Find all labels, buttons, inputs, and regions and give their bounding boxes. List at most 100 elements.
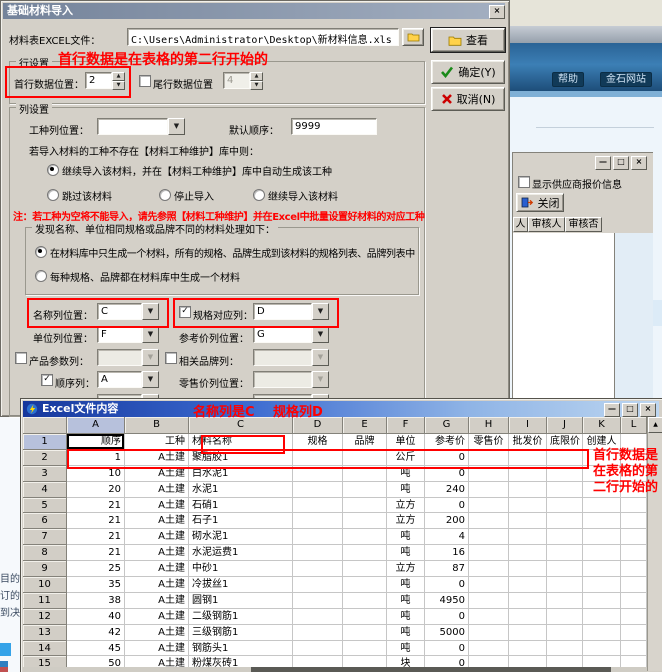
brand-col-checkbox[interactable] bbox=[165, 352, 177, 364]
grid-cell[interactable]: A土建 bbox=[125, 593, 189, 609]
grid-cell[interactable]: 87 bbox=[425, 561, 469, 577]
scroll-up-icon[interactable]: ▲ bbox=[648, 417, 662, 433]
grid-cell[interactable] bbox=[469, 609, 509, 625]
row-header[interactable]: 9 bbox=[23, 561, 67, 577]
grid-cell[interactable]: 吨 bbox=[387, 466, 425, 482]
grid-cell[interactable] bbox=[469, 513, 509, 529]
grid-cell[interactable]: A土建 bbox=[125, 561, 189, 577]
grid-cell[interactable] bbox=[469, 545, 509, 561]
grid-cell[interactable] bbox=[621, 593, 647, 609]
grid-cell[interactable] bbox=[547, 482, 583, 498]
grid-cell[interactable] bbox=[547, 625, 583, 641]
grid-cell[interactable]: 二级钢筋1 bbox=[189, 609, 293, 625]
grid-cell[interactable]: 砌水泥1 bbox=[189, 529, 293, 545]
row-header[interactable]: 5 bbox=[23, 498, 67, 514]
grid-cell[interactable]: 中砂1 bbox=[189, 561, 293, 577]
column-header[interactable]: H bbox=[469, 417, 509, 434]
row-header[interactable]: 6 bbox=[23, 513, 67, 529]
grid-cell[interactable] bbox=[547, 529, 583, 545]
grid-cell[interactable] bbox=[293, 450, 343, 466]
grid-cell[interactable]: 吨 bbox=[387, 482, 425, 498]
grid-cell[interactable]: 5000 bbox=[425, 625, 469, 641]
grid-cell[interactable] bbox=[621, 529, 647, 545]
grid-cell[interactable]: 吨 bbox=[387, 609, 425, 625]
grid-cell[interactable]: 冷拔丝1 bbox=[189, 577, 293, 593]
grid-cell[interactable] bbox=[293, 577, 343, 593]
grid-cell[interactable] bbox=[547, 609, 583, 625]
column-header[interactable]: B bbox=[125, 417, 189, 434]
grid-cell[interactable]: A土建 bbox=[125, 625, 189, 641]
scrollbar-thumb[interactable] bbox=[251, 667, 611, 672]
close-window-button[interactable]: 关闭 bbox=[516, 193, 564, 212]
audit-column-header[interactable]: 人 bbox=[513, 217, 528, 232]
grid-cell[interactable] bbox=[469, 529, 509, 545]
row-header[interactable]: 4 bbox=[23, 482, 67, 498]
grid-cell[interactable] bbox=[621, 641, 647, 657]
column-header[interactable]: I bbox=[509, 417, 547, 434]
grid-cell[interactable] bbox=[547, 466, 583, 482]
row-header[interactable]: 10 bbox=[23, 577, 67, 593]
grid-cell[interactable] bbox=[509, 498, 547, 514]
grid-cell[interactable]: 吨 bbox=[387, 577, 425, 593]
column-header[interactable]: K bbox=[583, 417, 621, 434]
grid-cell[interactable]: 4950 bbox=[425, 593, 469, 609]
maximize-icon[interactable]: □ bbox=[622, 403, 638, 417]
grid-cell[interactable] bbox=[343, 577, 387, 593]
grid-cell[interactable] bbox=[583, 609, 621, 625]
grid-cell[interactable] bbox=[583, 513, 621, 529]
grid-cell[interactable]: 240 bbox=[425, 482, 469, 498]
close-icon[interactable]: × bbox=[489, 5, 505, 19]
grid-cell[interactable]: 42 bbox=[67, 625, 125, 641]
grid-cell[interactable]: A土建 bbox=[125, 482, 189, 498]
grid-cell[interactable] bbox=[293, 561, 343, 577]
name-col-dropdown[interactable]: C ▼ bbox=[97, 303, 159, 320]
grid-cell[interactable]: 38 bbox=[67, 593, 125, 609]
grid-cell[interactable] bbox=[621, 577, 647, 593]
grid-cell[interactable]: 21 bbox=[67, 529, 125, 545]
radio-skip[interactable] bbox=[47, 189, 59, 201]
grid-cell[interactable]: 21 bbox=[67, 498, 125, 514]
grid-cell[interactable]: 吨 bbox=[387, 625, 425, 641]
default-order-input[interactable]: 9999 bbox=[291, 118, 377, 135]
grid-cell[interactable]: 圆钢1 bbox=[189, 593, 293, 609]
minimize-icon[interactable]: — bbox=[595, 156, 611, 170]
grid-cell[interactable]: 21 bbox=[67, 545, 125, 561]
grid-cell[interactable] bbox=[343, 498, 387, 514]
grid-cell[interactable] bbox=[547, 577, 583, 593]
grid-cell[interactable]: 4 bbox=[425, 529, 469, 545]
grid-cell[interactable] bbox=[547, 498, 583, 514]
grid-cell[interactable]: 品牌 bbox=[343, 434, 387, 450]
row-header[interactable]: 3 bbox=[23, 466, 67, 482]
grid-cell[interactable]: 三级钢筋1 bbox=[189, 625, 293, 641]
grid-cell[interactable] bbox=[469, 482, 509, 498]
radio-merge-material[interactable] bbox=[35, 246, 47, 258]
grid-cell[interactable]: A土建 bbox=[125, 498, 189, 514]
grid-cell[interactable] bbox=[509, 545, 547, 561]
grid-cell[interactable] bbox=[293, 545, 343, 561]
row-header[interactable]: 8 bbox=[23, 545, 67, 561]
grid-cell[interactable] bbox=[509, 577, 547, 593]
chevron-down-icon[interactable]: ▼ bbox=[142, 326, 159, 343]
grid-cell[interactable]: 0 bbox=[425, 498, 469, 514]
grid-cell[interactable] bbox=[547, 450, 583, 466]
radio-each-material[interactable] bbox=[35, 270, 47, 282]
grid-cell[interactable]: 立方 bbox=[387, 498, 425, 514]
grid-cell[interactable] bbox=[621, 545, 647, 561]
chevron-down-icon[interactable]: ▼ bbox=[142, 303, 159, 320]
chevron-down-icon[interactable]: ▼ bbox=[168, 118, 185, 135]
grid-cell[interactable]: 0 bbox=[425, 577, 469, 593]
first-row-spinner[interactable]: 2 ▲▼ bbox=[85, 72, 125, 89]
cancel-button[interactable]: 取消(N) bbox=[431, 87, 505, 111]
grid-cell[interactable] bbox=[343, 545, 387, 561]
grid-cell[interactable]: 0 bbox=[425, 609, 469, 625]
audit-column-header[interactable]: 审核人 bbox=[528, 217, 565, 232]
grid-cell[interactable]: 吨 bbox=[387, 529, 425, 545]
column-header[interactable]: F bbox=[387, 417, 425, 434]
ok-button[interactable]: 确定(Y) bbox=[431, 60, 505, 84]
grid-cell[interactable]: 批发价 bbox=[509, 434, 547, 450]
grid-cell[interactable]: 石子1 bbox=[189, 513, 293, 529]
order-col-dropdown[interactable]: A ▼ bbox=[97, 371, 159, 388]
column-header[interactable]: G bbox=[425, 417, 469, 434]
grid-cell[interactable] bbox=[343, 513, 387, 529]
grid-cell[interactable] bbox=[583, 529, 621, 545]
